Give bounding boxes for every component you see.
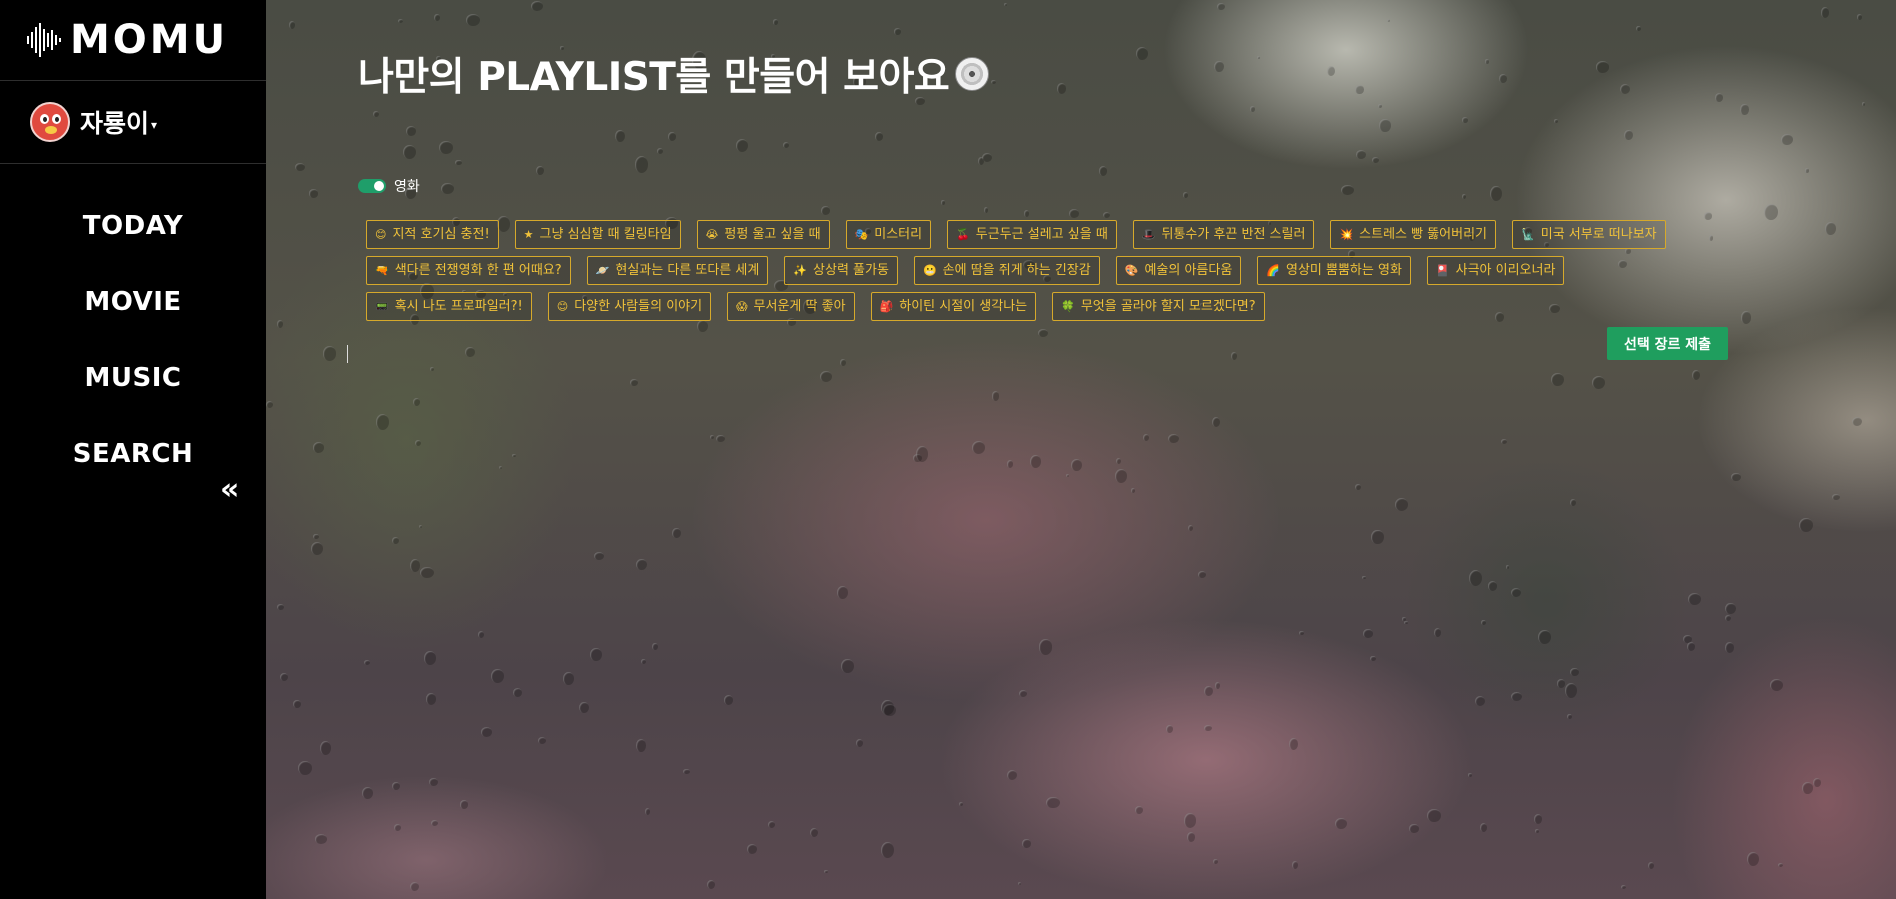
- genre-emoji-icon: 🌈: [1266, 263, 1280, 277]
- genre-chip-label: 무엇을 골라야 할지 모르겠다면?: [1080, 298, 1256, 314]
- genre-chip-label: 미스터리: [874, 226, 923, 242]
- genre-chip[interactable]: 🍀 무엇을 골라야 할지 모르겠다면?: [1052, 291, 1265, 321]
- genre-emoji-icon: 😬: [922, 263, 937, 277]
- genre-chip-label: 현실과는 다른 또다른 세계: [615, 262, 760, 278]
- genre-chip[interactable]: 😬 손에 땀을 쥐게 하는 긴장감: [913, 255, 1100, 285]
- genre-emoji-icon: 😊: [375, 227, 387, 241]
- genre-chip-label: 영상미 뿜뿜하는 영화: [1286, 262, 1402, 278]
- logo-text: MOMU: [70, 17, 229, 63]
- collapse-sidebar-icon[interactable]: «: [220, 472, 239, 508]
- genre-emoji-icon: 💥: [1339, 227, 1354, 241]
- genre-chip-label: 혹시 나도 프로파일러?!: [394, 298, 523, 314]
- genre-chip[interactable]: 🎒 하이틴 시절이 생각나는: [870, 291, 1037, 321]
- genre-chip[interactable]: 🎭 미스터리: [845, 219, 932, 249]
- sound-wave-icon: [27, 23, 61, 57]
- genre-emoji-icon: 🔫: [375, 263, 389, 277]
- genre-chip[interactable]: 🍒 두근두근 설레고 싶을 때: [947, 219, 1117, 249]
- sidebar: MOMU 자룡이 ▾ TODAY MOVIE MUSIC SEARCH «: [0, 0, 266, 899]
- genre-chip[interactable]: 🎩 뒤통수가 후끈 반전 스릴러: [1132, 219, 1315, 249]
- genre-chip-label: 손에 땀을 쥐게 하는 긴장감: [942, 262, 1091, 278]
- genre-chip-label: 다양한 사람들의 이야기: [574, 298, 703, 314]
- genre-chip[interactable]: ✨ 상상력 풀가동: [784, 255, 898, 285]
- genre-chip[interactable]: ★ 그냥 심심할 때 킬링타임: [514, 219, 681, 249]
- text-cursor: [347, 345, 348, 363]
- genre-chip[interactable]: 🗽 미국 서부로 떠나보자: [1512, 219, 1666, 249]
- genre-chip[interactable]: 🌈 영상미 뿜뿜하는 영화: [1257, 255, 1411, 285]
- avatar: [30, 102, 70, 142]
- genre-chip-label: 지적 호기심 충전!: [392, 226, 490, 242]
- nav-item-today[interactable]: TODAY: [0, 188, 266, 264]
- chevron-down-icon: ▾: [151, 118, 158, 132]
- genre-emoji-icon: 🎭: [854, 227, 869, 241]
- nav-item-movie[interactable]: MOVIE: [0, 264, 266, 340]
- page-title-text: 나만의 PLAYLIST를 만들어 보아요: [358, 55, 950, 100]
- genre-chip[interactable]: 📟 혹시 나도 프로파일러?!: [366, 291, 532, 321]
- genre-chip-list: 😊 지적 호기심 충전! ★ 그냥 심심할 때 킬링타임 😭 펑펑 울고 싶을 때 🎭 미스터…: [366, 216, 1806, 324]
- genre-chip-label: 미국 서부로 떠나보자: [1540, 226, 1657, 242]
- genre-chip-label: 스트레스 빵 뚫어버리기: [1359, 226, 1488, 242]
- genre-chip-label: 무서운게 딱 좋아: [753, 298, 846, 314]
- genre-chip-label: 색다른 전쟁영화 한 편 어때요?: [394, 262, 562, 278]
- genre-chip[interactable]: 😊 지적 호기심 충전!: [366, 219, 499, 249]
- genre-emoji-icon: 🎒: [879, 299, 894, 313]
- genre-emoji-icon: ★: [523, 227, 534, 241]
- chip-row-2: 🔫 색다른 전쟁영화 한 편 어때요? 🪐 현실과는 다른 또다른 세계 ✨ 상상력 풀가…: [366, 252, 1806, 288]
- username: 자룡이: [80, 109, 150, 138]
- genre-emoji-icon: 🎴: [1435, 263, 1450, 277]
- genre-chip[interactable]: 🪐 현실과는 다른 또다른 세계: [586, 255, 769, 285]
- genre-emoji-icon: 😱: [736, 299, 748, 313]
- chip-row-3: 📟 혹시 나도 프로파일러?! 😊 다양한 사람들의 이야기 😱 무서운게 딱 좋아 🎒 하이…: [366, 288, 1806, 324]
- logo[interactable]: MOMU: [0, 0, 266, 81]
- genre-emoji-icon: 🗽: [1521, 227, 1535, 241]
- genre-chip-label: 사극아 이리오너라: [1455, 262, 1556, 278]
- genre-emoji-icon: 😭: [705, 227, 719, 241]
- submit-genres-button[interactable]: 선택 장르 제출: [1607, 327, 1728, 360]
- page-title: 나만의 PLAYLIST를 만들어 보아요: [358, 46, 990, 102]
- genre-chip[interactable]: 💥 스트레스 빵 뚫어버리기: [1330, 219, 1497, 249]
- genre-chip[interactable]: 🔫 색다른 전쟁영화 한 편 어때요?: [366, 255, 571, 285]
- genre-chip-label: 그냥 심심할 때 킬링타임: [539, 226, 672, 242]
- genre-chip[interactable]: 🎴 사극아 이리오너라: [1426, 255, 1565, 285]
- genre-emoji-icon: 🎩: [1141, 227, 1156, 241]
- genre-chip[interactable]: 🎨 예술의 아름다움: [1115, 255, 1242, 285]
- disc-icon: [955, 57, 990, 91]
- genre-emoji-icon: 🪐: [595, 263, 610, 277]
- user-menu[interactable]: 자룡이 ▾: [0, 81, 266, 164]
- main-content: 나만의 PLAYLIST를 만들어 보아요 영화 😊 지적 호기심 충전! ★ 그냥 …: [266, 0, 1896, 899]
- category-toggle-row: 영화: [358, 176, 420, 196]
- genre-chip[interactable]: 😱 무서운게 딱 좋아: [727, 291, 855, 321]
- main-nav: TODAY MOVIE MUSIC SEARCH: [0, 164, 266, 492]
- genre-emoji-icon: 🎨: [1124, 263, 1139, 277]
- genre-chip-label: 상상력 풀가동: [813, 262, 889, 278]
- genre-chip-label: 예술의 아름다움: [1144, 262, 1233, 278]
- genre-chip[interactable]: 😊 다양한 사람들의 이야기: [547, 291, 712, 321]
- genre-emoji-icon: 📟: [375, 299, 389, 313]
- genre-emoji-icon: 🍒: [956, 227, 970, 241]
- genre-emoji-icon: ✨: [793, 263, 808, 277]
- genre-emoji-icon: 🍀: [1061, 299, 1075, 313]
- category-toggle-label: 영화: [394, 179, 420, 195]
- category-toggle[interactable]: [358, 179, 386, 193]
- genre-chip-label: 하이틴 시절이 생각나는: [899, 298, 1028, 314]
- genre-chip-label: 뒤통수가 후끈 반전 스릴러: [1161, 226, 1306, 242]
- genre-chip[interactable]: 😭 펑펑 울고 싶을 때: [696, 219, 830, 249]
- genre-chip-label: 펑펑 울고 싶을 때: [724, 226, 821, 242]
- genre-emoji-icon: 😊: [556, 299, 569, 313]
- genre-chip-label: 두근두근 설레고 싶을 때: [975, 226, 1108, 242]
- chip-row-1: 😊 지적 호기심 충전! ★ 그냥 심심할 때 킬링타임 😭 펑펑 울고 싶을 때 🎭 미스터…: [366, 216, 1806, 252]
- nav-item-music[interactable]: MUSIC: [0, 340, 266, 416]
